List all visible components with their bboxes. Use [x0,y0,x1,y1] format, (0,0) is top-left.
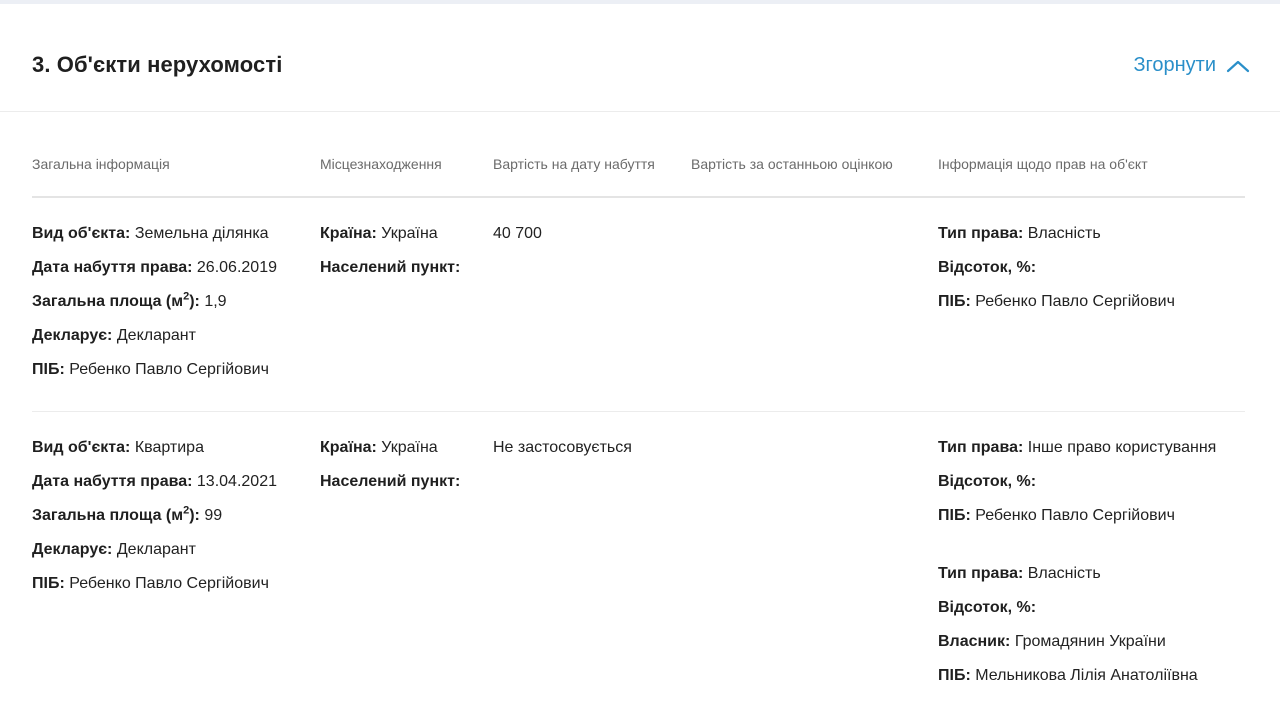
right-type-value: Власність [1027,225,1101,242]
percent-line: Відсоток, %: [938,598,1216,632]
owner-line: Власник: Громадянин України [938,632,1216,666]
object-type-line: Вид об'єкта: Земельна ділянка [32,224,277,258]
cost-acquired-cell: Не застосовується [493,438,632,472]
percent-label: Відсоток, %: [938,599,1037,616]
right-type-line: Тип права: Власність [938,224,1175,258]
column-header-cost-acquired: Вартість на дату набуття [493,156,655,172]
percent-label: Відсоток, %: [938,473,1037,490]
right-pib-label: ПІБ: [938,667,971,684]
right-pib-label: ПІБ: [938,293,971,310]
declares-value: Декларант [116,541,196,558]
area-line: Загальна площа (м2): 1,9 [32,290,277,326]
declares-label: Декларує: [32,327,113,344]
acquired-date-label: Дата набуття права: [32,259,193,276]
collapse-button[interactable]: Згорнути [1133,54,1250,77]
location-cell: Країна: Україна Населений пункт: [320,438,460,506]
rights-cell: Тип права: Інше право користування Відсо… [938,438,1216,700]
table-row: Вид об'єкта: Земельна ділянка Дата набут… [32,198,1245,412]
right-pib-value: Мельникова Лілія Анатоліївна [975,667,1198,684]
pib-value: Ребенко Павло Сергійович [69,361,269,378]
rights-cell: Тип права: Власність Відсоток, %: ПІБ: Р… [938,224,1175,326]
cost-acquired-value: 40 700 [493,225,542,242]
cost-acquired-value: Не застосовується [493,439,632,456]
general-info-cell: Вид об'єкта: Земельна ділянка Дата набут… [32,224,277,394]
right-type-label: Тип права: [938,225,1024,242]
declares-line: Декларує: Декларант [32,326,277,360]
pib-line: ПІБ: Ребенко Павло Сергійович [32,360,277,394]
owner-value: Громадянин України [1014,633,1166,650]
real-estate-table: Загальна інформація Місцезнаходження Вар… [32,112,1245,722]
column-header-rights-info: Інформація щодо прав на об'єкт [938,156,1148,172]
object-type-label: Вид об'єкта: [32,439,131,456]
right-pib-line: ПІБ: Мельникова Лілія Анатоліївна [938,666,1216,700]
declares-line: Декларує: Декларант [32,540,277,574]
pib-label: ПІБ: [32,575,65,592]
right-type-line: Тип права: Інше право користування [938,438,1216,472]
right-type-value: Інше право користування [1027,439,1217,456]
area-value: 1,9 [204,293,227,310]
percent-label: Відсоток, %: [938,259,1037,276]
settlement-label: Населений пункт: [320,259,461,276]
owner-label: Власник: [938,633,1011,650]
chevron-up-icon [1226,59,1250,73]
declares-value: Декларант [116,327,196,344]
cost-acquired-cell: 40 700 [493,224,542,258]
column-header-general-info: Загальна інформація [32,156,170,172]
right-type-line: Тип права: Власність [938,564,1216,598]
country-label: Країна: [320,225,377,242]
country-line: Країна: Україна [320,438,460,472]
acquired-date-value: 26.06.2019 [196,259,277,276]
right-pib-value: Ребенко Павло Сергійович [975,293,1175,310]
area-label: Загальна площа (м2): [32,504,200,524]
percent-line: Відсоток, %: [938,472,1216,506]
acquired-date-value: 13.04.2021 [196,473,277,490]
right-pib-label: ПІБ: [938,507,971,524]
country-line: Країна: Україна [320,224,460,258]
pib-line: ПІБ: Ребенко Павло Сергійович [32,574,277,608]
location-cell: Країна: Україна Населений пункт: [320,224,460,292]
table-header: Загальна інформація Місцезнаходження Вар… [32,112,1245,198]
pib-value: Ребенко Павло Сергійович [69,575,269,592]
area-line: Загальна площа (м2): 99 [32,504,277,540]
acquired-date-line: Дата набуття права: 13.04.2021 [32,472,277,506]
country-value: Україна [381,225,438,242]
pib-label: ПІБ: [32,361,65,378]
settlement-label: Населений пункт: [320,473,461,490]
acquired-date-label: Дата набуття права: [32,473,193,490]
settlement-line: Населений пункт: [320,258,460,292]
section-title: 3. Об'єкти нерухомості [32,52,283,77]
object-type-label: Вид об'єкта: [32,225,131,242]
general-info-cell: Вид об'єкта: Квартира Дата набуття права… [32,438,277,608]
right-pib-value: Ребенко Павло Сергійович [975,507,1175,524]
right-type-label: Тип права: [938,439,1024,456]
country-value: Україна [381,439,438,456]
section-header: 3. Об'єкти нерухомості Згорнути [0,4,1280,112]
right-pib-line: ПІБ: Ребенко Павло Сергійович [938,506,1216,540]
column-header-cost-last: Вартість за останньою оцінкою [691,156,893,172]
right-type-label: Тип права: [938,565,1024,582]
collapse-label: Згорнути [1133,54,1216,76]
object-type-line: Вид об'єкта: Квартира [32,438,277,472]
table-row: Вид об'єкта: Квартира Дата набуття права… [32,412,1245,722]
right-pib-line: ПІБ: Ребенко Павло Сергійович [938,292,1175,326]
object-type-value: Квартира [134,439,204,456]
area-value: 99 [204,507,223,524]
declares-label: Декларує: [32,541,113,558]
country-label: Країна: [320,439,377,456]
percent-line: Відсоток, %: [938,258,1175,292]
area-label: Загальна площа (м2): [32,290,200,310]
acquired-date-line: Дата набуття права: 26.06.2019 [32,258,277,292]
object-type-value: Земельна ділянка [134,225,269,242]
column-header-location: Місцезнаходження [320,156,442,172]
settlement-line: Населений пункт: [320,472,460,506]
right-type-value: Власність [1027,565,1101,582]
